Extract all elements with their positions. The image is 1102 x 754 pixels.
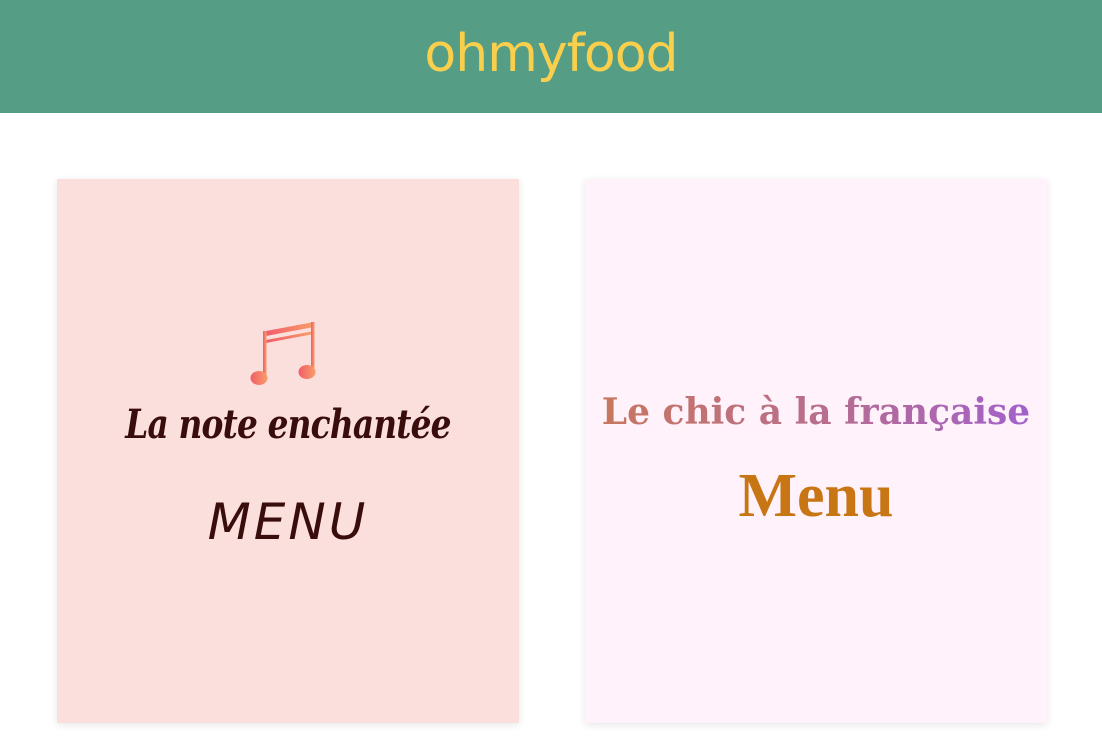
- music-note-icon: [250, 322, 316, 385]
- site-header: ohmyfood: [0, 0, 1102, 113]
- menu-button[interactable]: MENU: [57, 493, 519, 551]
- restaurant-card-le-chic-a-la-francaise[interactable]: Le chic à la française Menu: [585, 179, 1047, 723]
- site-logo[interactable]: ohmyfood: [424, 24, 678, 84]
- restaurant-card-la-note-enchantee[interactable]: La note enchantée MENU: [57, 179, 519, 723]
- menu-button[interactable]: Menu: [585, 461, 1047, 532]
- restaurant-name: La note enchantée: [125, 401, 451, 448]
- restaurant-name: Le chic à la française: [585, 391, 1047, 433]
